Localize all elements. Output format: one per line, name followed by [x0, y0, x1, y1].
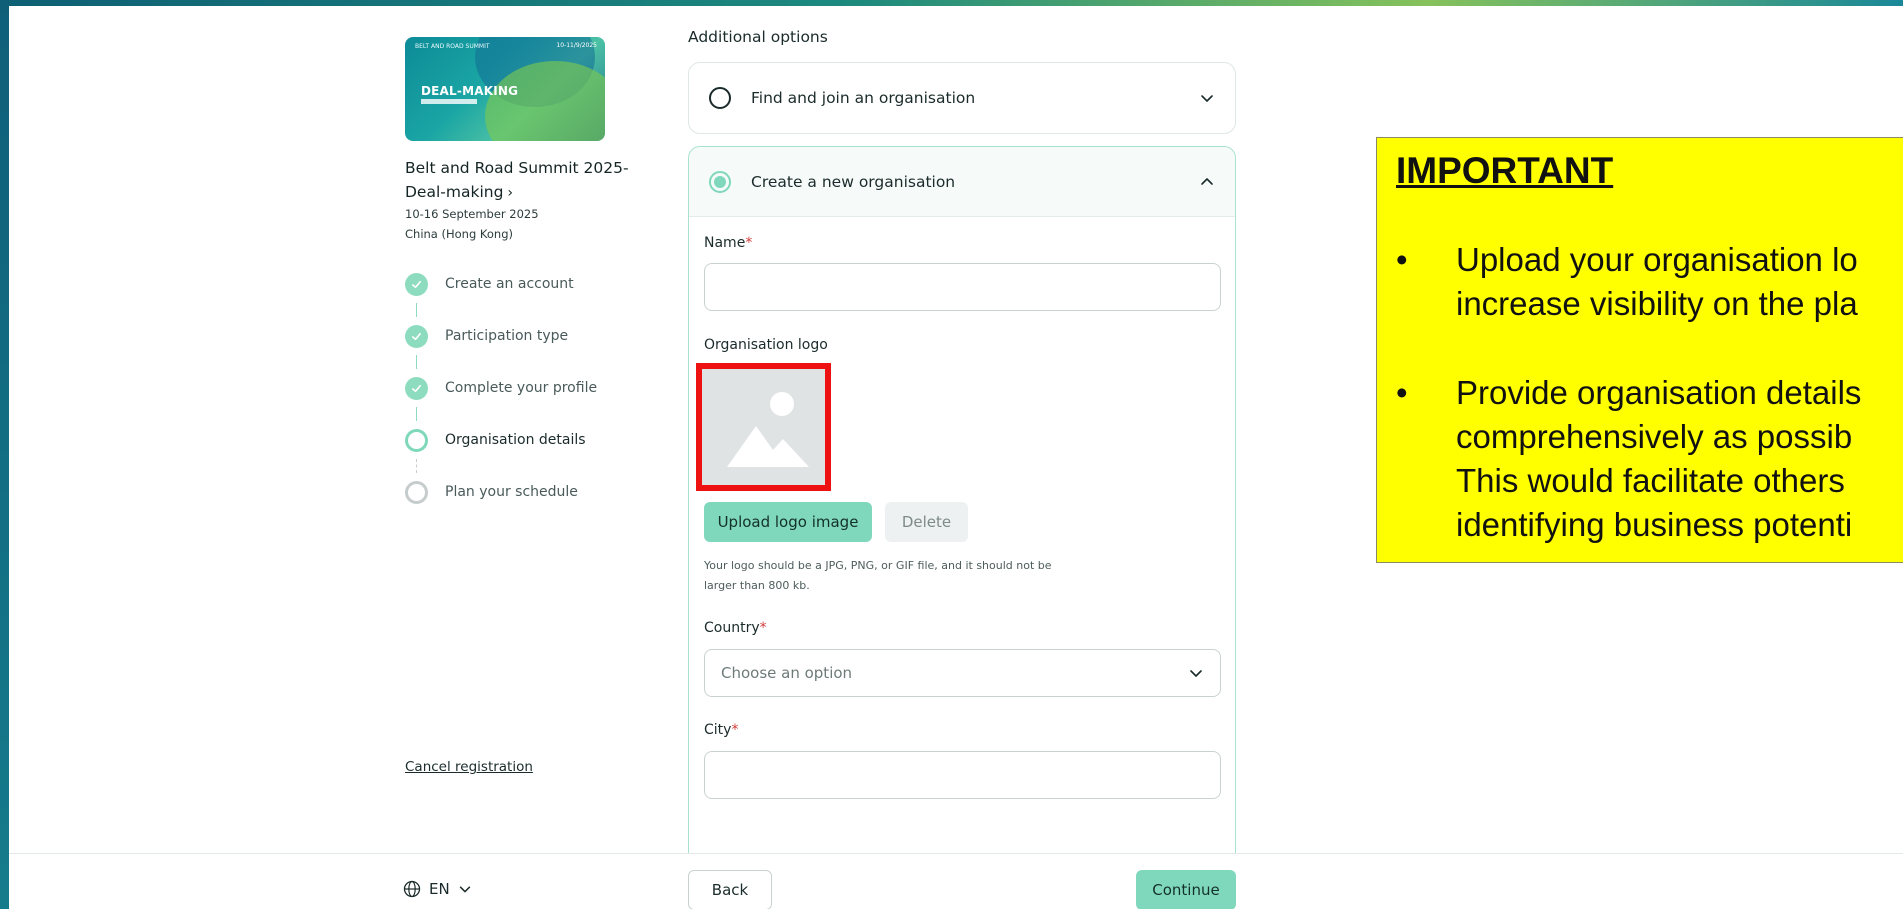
event-title-link[interactable]: Belt and Road Summit 2025-Deal-making ›	[405, 156, 635, 205]
radio-button[interactable]	[709, 87, 731, 109]
chevron-down-icon	[1190, 670, 1202, 677]
option-find-organisation[interactable]: Find and join an organisation	[688, 62, 1236, 134]
country-label: Country*	[704, 620, 767, 636]
callout-line: identifying business potenti	[1456, 506, 1853, 543]
callout-line: Upload your organisation lo	[1456, 241, 1858, 278]
check-icon	[405, 376, 428, 400]
city-label: City*	[704, 722, 738, 738]
banner-subtitle-bar	[421, 99, 477, 104]
slide-top-band	[0, 0, 1903, 6]
logo-placeholder-image[interactable]	[696, 363, 831, 491]
step-label: Complete your profile	[445, 380, 598, 396]
option-label: Find and join an organisation	[751, 89, 976, 107]
radio-button[interactable]	[709, 170, 731, 193]
section-heading: Additional options	[688, 28, 828, 46]
step-label: Plan your schedule	[445, 484, 578, 500]
step-label: Organisation details	[445, 432, 586, 448]
event-meta: 10-16 September 2025 China (Hong Kong)	[405, 204, 539, 244]
callout-line: increase visibility on the pla	[1456, 285, 1858, 322]
callout-bullet: Upload your organisation lo increase vis…	[1396, 238, 1903, 326]
chevron-right-icon: ›	[507, 185, 514, 201]
important-callout: IMPORTANT Upload your organisation lo in…	[1376, 137, 1903, 563]
step-connector	[416, 459, 417, 473]
callout-line: Provide organisation details	[1456, 374, 1862, 411]
name-label-text: Name	[704, 235, 746, 251]
step-organisation-details: Organisation details	[405, 428, 625, 452]
check-icon	[405, 272, 428, 296]
callout-list: Upload your organisation lo increase vis…	[1396, 238, 1903, 562]
event-banner-image: BELT AND ROAD SUMMIT 10-11/9/2025 DEAL-M…	[405, 37, 605, 141]
image-placeholder-icon	[727, 392, 809, 467]
back-button[interactable]: Back	[688, 870, 772, 909]
organisation-logo-label: Organisation logo	[704, 337, 828, 353]
check-icon	[405, 324, 428, 348]
chevron-down-icon	[459, 886, 470, 893]
country-placeholder: Choose an option	[721, 664, 853, 682]
step-connector	[416, 407, 417, 421]
step-connector	[416, 355, 417, 369]
chevron-down-icon[interactable]	[1199, 90, 1215, 106]
slide-left-band	[0, 0, 9, 909]
step-plan-schedule: Plan your schedule	[405, 480, 625, 504]
event-dates: 10-16 September 2025	[405, 207, 539, 221]
option-header[interactable]: Create a new organisation	[689, 147, 1235, 217]
callout-line: This would facilitate others	[1456, 462, 1845, 499]
logo-hint-text: Your logo should be a JPG, PNG, or GIF f…	[704, 559, 1052, 592]
required-mark: *	[745, 235, 753, 251]
pending-step-icon	[405, 480, 428, 504]
country-label-text: Country	[704, 620, 760, 636]
step-label: Participation type	[445, 328, 569, 344]
country-select[interactable]: Choose an option	[704, 649, 1221, 697]
name-label: Name*	[704, 235, 752, 251]
city-label-text: City	[704, 722, 732, 738]
required-mark: *	[759, 620, 767, 636]
step-label: Create an account	[445, 276, 574, 292]
event-location: China (Hong Kong)	[405, 227, 513, 241]
upload-logo-button[interactable]: Upload logo image	[704, 502, 872, 542]
step-complete-profile: Complete your profile	[405, 376, 625, 400]
banner-date: 10-11/9/2025	[556, 42, 597, 49]
globe-icon	[403, 880, 421, 898]
delete-logo-button[interactable]: Delete	[885, 502, 968, 542]
option-create-organisation: Create a new organisation Name* Organisa…	[688, 146, 1236, 886]
step-participation-type: Participation type	[405, 324, 625, 348]
continue-button[interactable]: Continue	[1136, 870, 1236, 909]
event-title: Belt and Road Summit 2025-Deal-making	[405, 159, 629, 201]
chevron-up-icon[interactable]	[1199, 174, 1215, 190]
required-mark: *	[731, 722, 739, 738]
step-create-account: Create an account	[405, 272, 625, 296]
cancel-registration-link[interactable]: Cancel registration	[405, 759, 533, 775]
option-label: Create a new organisation	[751, 172, 956, 191]
name-input[interactable]	[704, 263, 1221, 311]
language-code: EN	[429, 880, 450, 898]
language-selector[interactable]: EN	[403, 880, 472, 898]
banner-title: DEAL-MAKING	[421, 84, 519, 98]
footer-bar	[9, 853, 1903, 909]
callout-title: IMPORTANT	[1396, 150, 1614, 191]
callout-line: comprehensively as possib	[1456, 418, 1853, 455]
city-input[interactable]	[704, 751, 1221, 799]
current-step-icon	[405, 428, 428, 452]
option-header[interactable]: Find and join an organisation	[689, 63, 1235, 133]
banner-top-text: BELT AND ROAD SUMMIT	[415, 43, 490, 50]
step-connector	[416, 303, 417, 317]
callout-bullet: Provide organisation details comprehensi…	[1396, 371, 1903, 547]
